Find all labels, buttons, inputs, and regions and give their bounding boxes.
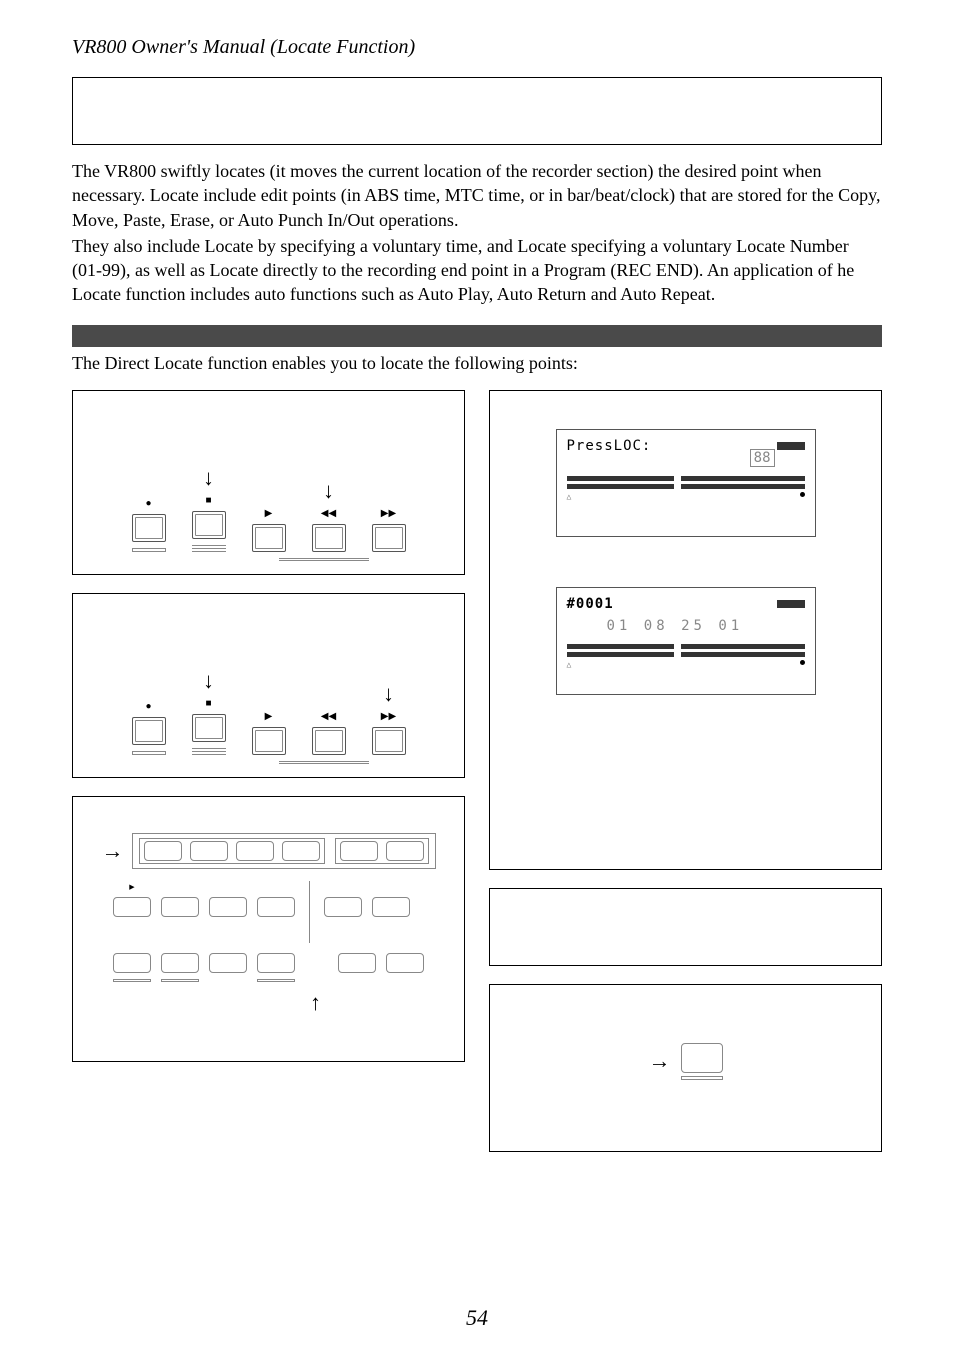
intro-text: The VR800 swiftly locates (it moves the …: [72, 159, 882, 307]
rewind-button: ↓ ◀◀: [312, 478, 346, 552]
record-icon: ●: [145, 498, 151, 510]
keypad-row-2: [113, 953, 424, 982]
lcd-number-box: 88: [750, 449, 775, 467]
panel-transport-stop-ff: ● ↓ ■ ▶: [72, 593, 465, 778]
record-button: ●: [132, 468, 166, 552]
panel-empty-note: [489, 888, 882, 966]
lcd-indicator-icon: [777, 600, 805, 608]
record-icon: ●: [145, 701, 151, 713]
arrow-down-icon: ↓: [323, 478, 334, 504]
fast-forward-icon: ▶▶: [381, 711, 396, 723]
play-icon: ▶: [129, 881, 134, 893]
fast-forward-button: ▶▶: [372, 478, 406, 552]
locate-button: [681, 1043, 723, 1073]
lcd-indicator-icon: [777, 442, 805, 450]
rewind-icon: ◀◀: [321, 711, 336, 723]
stop-button: ↓ ■: [192, 465, 226, 552]
arrow-right-icon: →: [102, 838, 124, 864]
chapter-title-box: [72, 77, 882, 145]
lcd-time-readout: 01 08 25 01: [607, 618, 805, 634]
play-button: ▶: [252, 681, 286, 755]
arrow-down-icon: ↓: [203, 668, 214, 694]
sub-intro-text: The Direct Locate function enables you t…: [72, 353, 882, 374]
fast-forward-button: ↓ ▶▶: [372, 681, 406, 755]
lcd-label: PressLOC:: [567, 438, 652, 454]
lcd-label: #0001: [567, 596, 614, 612]
stop-button: ↓ ■: [192, 668, 226, 755]
section-heading-bar: [72, 325, 882, 347]
page-number: 54: [0, 1305, 954, 1331]
intro-paragraph-2: They also include Locate by specifying a…: [72, 234, 882, 307]
lcd-display-1: PressLOC: 88 △: [556, 429, 816, 537]
page-header: VR800 Owner's Manual (Locate Function): [72, 36, 882, 59]
lcd-level-meter: [567, 644, 805, 657]
record-button: ●: [132, 671, 166, 755]
intro-paragraph-1: The VR800 swiftly locates (it moves the …: [72, 159, 882, 232]
panel-lcd-displays: PressLOC: 88 △: [489, 390, 882, 870]
play-icon: ▶: [265, 711, 273, 723]
arrow-down-icon: ↓: [203, 465, 214, 491]
arrow-down-icon: ↓: [383, 681, 394, 707]
stop-icon: ■: [205, 495, 211, 507]
lcd-display-2: #0001 01 08 25 01 △: [556, 587, 816, 695]
panel-transport-stop-rewind: ● ↓ ■ ▶: [72, 390, 465, 575]
keypad-row-1: ▶: [113, 881, 424, 943]
rewind-icon: ◀◀: [321, 508, 336, 520]
arrow-up-icon: ↑: [310, 990, 321, 1016]
panel-locate-key: →: [489, 984, 882, 1152]
rewind-button: ◀◀: [312, 681, 346, 755]
stop-icon: ■: [205, 698, 211, 710]
play-button: ▶: [252, 478, 286, 552]
arrow-right-icon: →: [649, 1048, 671, 1074]
lcd-level-meter: [567, 476, 805, 489]
fast-forward-icon: ▶▶: [381, 508, 396, 520]
display-frame: [132, 833, 436, 869]
panel-keypad: → ▶: [72, 796, 465, 1062]
play-icon: ▶: [265, 508, 273, 520]
